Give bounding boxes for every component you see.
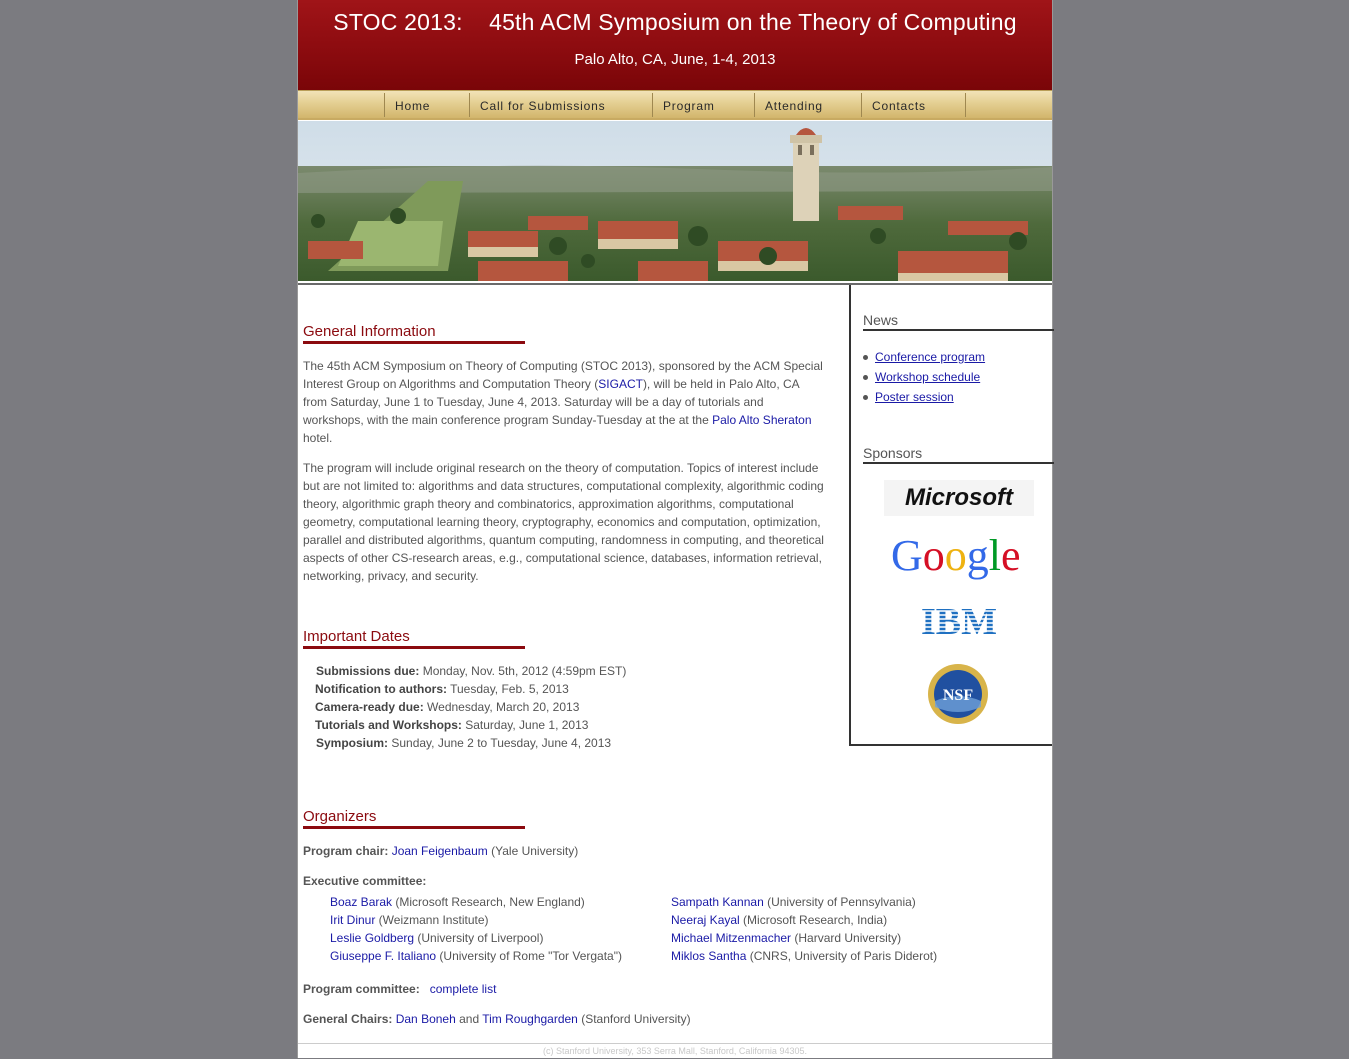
member-affiliation: (Microsoft Research, New England) xyxy=(392,895,585,909)
news-list: Conference program Workshop schedule Pos… xyxy=(863,347,985,407)
nav-attending[interactable]: Attending xyxy=(754,93,861,117)
news-link-workshop-schedule[interactable]: Workshop schedule xyxy=(875,370,980,384)
exec-member: Sampath Kannan (University of Pennsylvan… xyxy=(671,893,1051,911)
main-nav: Home Call for Submissions Program Attend… xyxy=(298,90,1052,120)
member-affiliation: (University of Pennsylvania) xyxy=(763,895,916,909)
date-value: Monday, Nov. 5th, 2012 (4:59pm EST) xyxy=(419,664,627,678)
nav-home[interactable]: Home xyxy=(384,93,469,117)
member-link[interactable]: Sampath Kannan xyxy=(671,895,764,909)
member-affiliation: (University of Rome "Tor Vergata") xyxy=(436,949,622,963)
member-link[interactable]: Giuseppe F. Italiano xyxy=(330,949,436,963)
general-chair-link[interactable]: Dan Boneh xyxy=(396,1012,456,1026)
member-link[interactable]: Miklos Santha xyxy=(671,949,746,963)
svg-text:Google: Google xyxy=(891,531,1021,580)
important-dates-heading: Important Dates xyxy=(303,628,525,649)
news-link-poster-session[interactable]: Poster session xyxy=(875,390,954,404)
microsoft-logo[interactable]: Microsoft xyxy=(884,480,1034,516)
nsf-logo[interactable]: NSF xyxy=(927,663,989,725)
sponsors-heading: Sponsors xyxy=(863,445,1054,464)
nav-separator xyxy=(965,93,966,117)
general-chair-link[interactable]: Tim Roughgarden xyxy=(482,1012,578,1026)
member-affiliation: (University of Liverpool) xyxy=(414,931,544,945)
campus-banner-image xyxy=(298,121,1052,281)
news-link-conference-program[interactable]: Conference program xyxy=(875,350,985,364)
site-title: STOC 2013: 45th ACM Symposium on the The… xyxy=(333,9,1017,35)
date-label: Submissions due: xyxy=(316,664,420,678)
date-row: Camera-ready due: Wednesday, March 20, 2… xyxy=(315,698,579,716)
program-committee-link[interactable]: complete list xyxy=(430,982,497,996)
executive-committee-label: Executive committee: xyxy=(303,872,825,890)
general-info-paragraph-1: The 45th ACM Symposium on Theory of Comp… xyxy=(303,357,825,447)
program-chair-line: Program chair: Joan Feigenbaum (Yale Uni… xyxy=(303,842,825,860)
page: STOC 2013: 45th ACM Symposium on the The… xyxy=(297,0,1054,1059)
member-affiliation: (Weizmann Institute) xyxy=(375,913,489,927)
member-affiliation: (CNRS, University of Paris Diderot) xyxy=(746,949,938,963)
sidebar: News Conference program Workshop schedul… xyxy=(849,285,1054,746)
exec-member: Giuseppe F. Italiano (University of Rome… xyxy=(330,947,670,965)
exec-member: Boaz Barak (Microsoft Research, New Engl… xyxy=(330,893,670,911)
bullet-icon xyxy=(863,375,868,380)
member-link[interactable]: Michael Mitzenmacher xyxy=(671,931,791,945)
news-item: Poster session xyxy=(863,387,985,407)
ibm-logo[interactable]: IBM xyxy=(916,601,1002,643)
program-chair-link[interactable]: Joan Feigenbaum xyxy=(392,844,488,858)
date-value: Wednesday, March 20, 2013 xyxy=(423,700,580,714)
svg-text:IBM: IBM xyxy=(921,603,997,639)
sigact-link[interactable]: SIGACT xyxy=(598,377,643,391)
site-subtitle: Palo Alto, CA, June, 1-4, 2013 xyxy=(574,51,776,68)
and-text: and xyxy=(455,1012,483,1026)
program-committee-line: Program committee: complete list xyxy=(303,980,825,998)
text-span: hotel. xyxy=(303,431,333,445)
date-label: Notification to authors: xyxy=(315,682,447,696)
member-link[interactable]: Irit Dinur xyxy=(330,913,375,927)
date-label: Symposium: xyxy=(316,736,389,750)
google-logo[interactable]: Google xyxy=(889,530,1029,585)
exec-member: Irit Dinur (Weizmann Institute) xyxy=(330,911,670,929)
exec-member: Leslie Goldberg (University of Liverpool… xyxy=(330,929,670,947)
news-item: Workshop schedule xyxy=(863,367,985,387)
nav-contacts[interactable]: Contacts xyxy=(861,93,965,117)
date-row: Notification to authors: Tuesday, Feb. 5… xyxy=(315,680,569,698)
svg-text:NSF: NSF xyxy=(943,687,973,704)
member-affiliation: (Harvard University) xyxy=(791,931,902,945)
bullet-icon xyxy=(863,395,868,400)
news-item: Conference program xyxy=(863,347,985,367)
nav-program[interactable]: Program xyxy=(652,93,754,117)
general-info-heading: General Information xyxy=(303,323,525,344)
program-committee-label: Program committee: xyxy=(303,982,420,996)
date-row: Submissions due: Monday, Nov. 5th, 2012 … xyxy=(316,662,626,680)
general-chairs-affiliation: (Stanford University) xyxy=(577,1012,691,1026)
program-chair-label: Program chair: xyxy=(303,844,389,858)
date-row: Symposium: Sunday, June 2 to Tuesday, Ju… xyxy=(316,734,611,752)
member-link[interactable]: Neeraj Kayal xyxy=(671,913,740,927)
date-label: Camera-ready due: xyxy=(315,700,424,714)
exec-member: Michael Mitzenmacher (Harvard University… xyxy=(671,929,1051,947)
general-chairs-label: General Chairs: xyxy=(303,1012,393,1026)
footer: (c) Stanford University, 353 Serra Mall,… xyxy=(298,1043,1052,1059)
general-chairs-line: General Chairs: Dan Boneh and Tim Roughg… xyxy=(303,1010,825,1028)
date-row: Tutorials and Workshops: Saturday, June … xyxy=(315,716,588,734)
general-info-paragraph-2: The program will include original resear… xyxy=(303,461,824,583)
date-value: Saturday, June 1, 2013 xyxy=(461,718,589,732)
member-link[interactable]: Boaz Barak xyxy=(330,895,392,909)
exec-label-text: Executive committee: xyxy=(303,874,427,888)
site-header: STOC 2013: 45th ACM Symposium on the The… xyxy=(298,0,1052,90)
palo-alto-sheraton-link[interactable]: Palo Alto Sheraton xyxy=(712,413,811,427)
program-chair-affiliation: (Yale University) xyxy=(487,844,579,858)
nav-call-for-submissions[interactable]: Call for Submissions xyxy=(469,93,652,117)
member-link[interactable]: Leslie Goldberg xyxy=(330,931,414,945)
svg-text:Microsoft: Microsoft xyxy=(905,484,1014,511)
bullet-icon xyxy=(863,355,868,360)
member-affiliation: (Microsoft Research, India) xyxy=(739,913,888,927)
date-value: Tuesday, Feb. 5, 2013 xyxy=(447,682,569,696)
exec-member: Miklos Santha (CNRS, University of Paris… xyxy=(671,947,1051,965)
date-label: Tutorials and Workshops: xyxy=(315,718,462,732)
organizers-heading: Organizers xyxy=(303,808,525,829)
news-heading: News xyxy=(863,312,1054,331)
date-value: Sunday, June 2 to Tuesday, June 4, 2013 xyxy=(388,736,612,750)
exec-member: Neeraj Kayal (Microsoft Research, India) xyxy=(671,911,1051,929)
